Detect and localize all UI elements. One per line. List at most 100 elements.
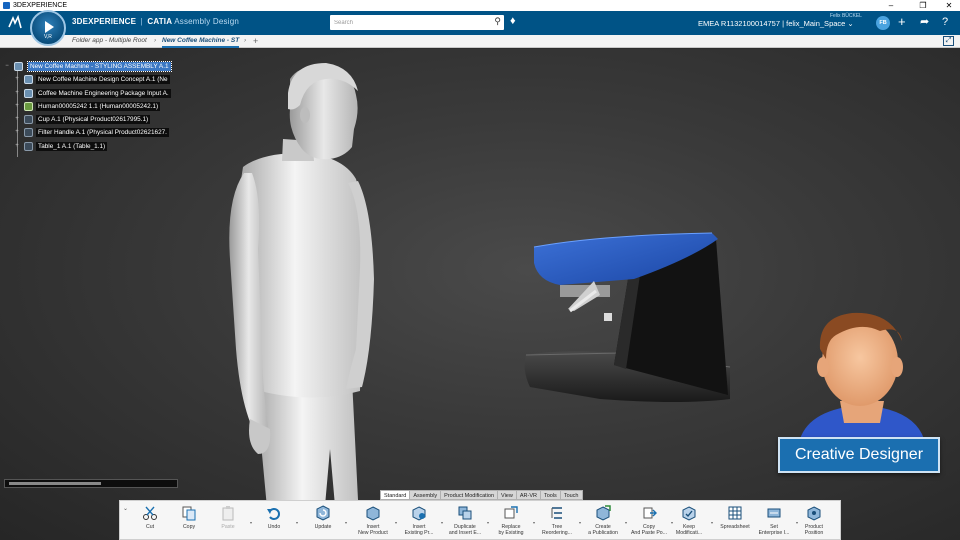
role-label-card: Creative Designer <box>778 437 940 473</box>
insert-existing-product-icon <box>412 506 426 521</box>
duplicate-insert-icon <box>458 506 472 520</box>
share-icon[interactable]: ➦ <box>920 14 929 30</box>
tree-item-filter-handle[interactable]: + Filter Handle A.1 (Physical Product026… <box>0 127 190 140</box>
app-header: 3DEXPERIENCE | CATIA Assembly Design ⚲ ♦… <box>0 11 960 35</box>
tree-item-engineering-package[interactable]: + Coffee Machine Engineering Package Inp… <box>0 88 190 101</box>
section-tab-ar-vr[interactable]: AR-VR <box>515 490 541 500</box>
replace-label: Replace by Existing <box>498 524 524 537</box>
enterprise-icon <box>767 508 781 518</box>
replace-icon <box>504 506 518 519</box>
cut-button[interactable]: Cut <box>128 503 172 539</box>
tree-item-label: New Coffee Machine Design Concept A.1 (N… <box>36 75 170 85</box>
brand-separator: | <box>140 17 143 26</box>
product-icon <box>24 128 33 138</box>
insert-existing-product-label: Insert Existing Pr... <box>404 524 434 537</box>
maximize-button[interactable]: ❐ <box>912 0 934 11</box>
section-tab-view[interactable]: View <box>497 490 517 500</box>
search-icon[interactable]: ⚲ <box>494 16 501 27</box>
tree-item-label: Filter Handle A.1 (Physical Product02621… <box>36 128 169 138</box>
play-icon <box>45 21 54 33</box>
expand-icon[interactable]: ⤢ <box>943 36 954 46</box>
assembly-icon <box>24 75 33 85</box>
tree-item-label: Coffee Machine Engineering Package Input… <box>36 88 171 98</box>
paste-button[interactable]: Paste ▾ <box>206 503 252 539</box>
replace-button[interactable]: Replace by Existing ▾ <box>489 503 535 539</box>
expand-icon[interactable]: + <box>14 76 20 83</box>
section-tab-touch[interactable]: Touch <box>559 490 583 500</box>
tree-item-human[interactable]: + Human00005242 1.1 (Human00005242.1) <box>0 101 190 114</box>
tree-item-label: Cup A.1 (Physical Product02617995.1) <box>36 115 151 125</box>
keep-modification-icon <box>682 506 696 521</box>
tree-scrollbar[interactable] <box>4 479 178 488</box>
product-icon <box>24 141 33 151</box>
undo-button[interactable]: Undo ▾ <box>252 503 298 539</box>
expand-icon[interactable]: + <box>14 90 20 97</box>
tab-separator-icon: › <box>244 37 247 44</box>
search-box[interactable]: ⚲ <box>330 15 504 30</box>
create-publication-button[interactable]: Create a Publication ▾ <box>581 503 627 539</box>
os-title-bar: 3DEXPERIENCE – ❐ ✕ <box>0 0 960 11</box>
section-tab-product-modification[interactable]: Product Modification <box>440 490 499 500</box>
brand-3dexperience: 3DEXPERIENCE <box>72 17 137 26</box>
tree-item-cup[interactable]: + Cup A.1 (Physical Product02617995.1) <box>0 114 190 127</box>
section-tab-standard[interactable]: Standard <box>380 490 411 500</box>
minimize-button[interactable]: – <box>880 0 902 11</box>
tab-folder-app[interactable]: Folder app - Multiple Root <box>72 35 147 48</box>
copy-paste-position-icon <box>643 507 657 519</box>
publication-icon <box>596 505 611 521</box>
expand-icon[interactable]: + <box>14 116 20 123</box>
plus-icon[interactable]: + <box>898 14 906 30</box>
human-icon <box>24 101 33 111</box>
insert-new-product-button[interactable]: Insert New Product ▾ <box>351 503 397 539</box>
brand-app: CATIA <box>147 17 173 26</box>
keep-modification-button[interactable]: Keep Modificati... ▾ <box>667 503 713 539</box>
designer-avatar-illustration <box>800 312 924 439</box>
tree-item-root[interactable]: − New Coffee Machine - STYLING ASSEMBLY … <box>0 61 190 74</box>
tab-new-coffee-machine[interactable]: New Coffee Machine - ST <box>162 35 240 48</box>
compass-button[interactable]: V,R <box>30 10 66 46</box>
create-publication-label: Create a Publication <box>588 524 618 537</box>
brand-module: Assembly Design <box>174 17 240 26</box>
help-icon[interactable]: ? <box>942 14 948 30</box>
tab-bar: Folder app - Multiple Root › New Coffee … <box>0 35 960 48</box>
product-position-button[interactable]: Product Position <box>792 503 836 539</box>
window-title: 3DEXPERIENCE <box>13 2 68 9</box>
collapse-icon[interactable]: − <box>4 63 10 70</box>
undo-icon <box>267 508 280 520</box>
spreadsheet-icon <box>728 506 742 520</box>
insert-new-product-icon <box>366 506 380 521</box>
section-tab-tools[interactable]: Tools <box>539 490 561 500</box>
tag-icon[interactable]: ♦ <box>510 15 516 27</box>
new-tab-icon[interactable]: + <box>253 35 258 47</box>
app-icon <box>3 2 10 9</box>
paste-label: Paste <box>221 524 235 530</box>
brand-title: 3DEXPERIENCE | CATIA Assembly Design <box>72 17 239 26</box>
tree-item-table[interactable]: + Table_1 A.1 (Table_1.1) <box>0 141 190 154</box>
keep-modification-label: Keep Modificati... <box>675 524 703 537</box>
insert-existing-product-button[interactable]: Insert Existing Pr... ▾ <box>397 503 443 539</box>
tree-item-label: New Coffee Machine - STYLING ASSEMBLY A.… <box>27 61 172 72</box>
tree-reordering-button[interactable]: Tree Reordering... ▾ <box>535 503 581 539</box>
expand-icon[interactable]: + <box>14 129 20 136</box>
duplicate-insert-label: Duplicate and Insert E... <box>448 524 482 537</box>
expand-icon[interactable]: + <box>14 143 20 150</box>
tree-item-label: Table_1 A.1 (Table_1.1) <box>36 141 108 151</box>
undo-label: Undo <box>267 524 281 530</box>
copy-button[interactable]: Copy <box>167 503 211 539</box>
coffee-machine-model[interactable] <box>524 232 731 402</box>
app-window: 3DEXPERIENCE – ❐ ✕ 3DEXPERIENCE | CATIA … <box>0 0 960 540</box>
search-input[interactable] <box>334 17 484 28</box>
tenant-selector[interactable]: EMEA R1132100014757 | felix_Main_Space ⌄ <box>698 19 854 28</box>
update-button[interactable]: Update ▾ <box>301 503 347 539</box>
section-tab-assembly[interactable]: Assembly <box>409 490 442 500</box>
avatar[interactable]: FB <box>876 16 890 30</box>
human-figure[interactable] <box>229 63 374 540</box>
duplicate-insert-button[interactable]: Duplicate and Insert E... ▾ <box>443 503 489 539</box>
tree-reorder-icon <box>551 507 562 519</box>
scrollbar-thumb[interactable] <box>9 482 101 485</box>
close-window-button[interactable]: ✕ <box>938 0 960 11</box>
expand-icon[interactable]: + <box>14 103 20 110</box>
3d-viewport[interactable]: − New Coffee Machine - STYLING ASSEMBLY … <box>0 49 960 540</box>
ds-logo-icon <box>6 14 24 32</box>
tree-item-design-concept[interactable]: + New Coffee Machine Design Concept A.1 … <box>0 74 190 87</box>
